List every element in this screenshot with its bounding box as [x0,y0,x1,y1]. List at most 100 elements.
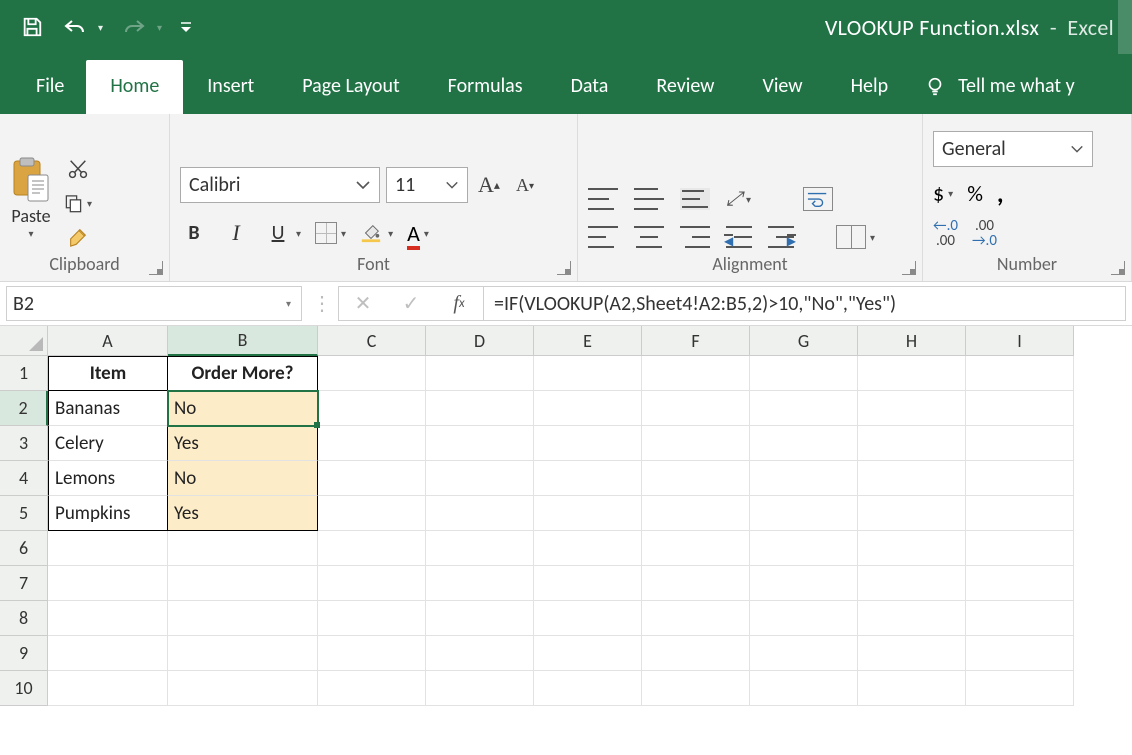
column-header-C[interactable]: C [318,326,426,356]
row-header-6[interactable]: 6 [0,531,48,566]
cell-H9[interactable] [858,636,966,671]
cell-E6[interactable] [534,531,642,566]
cell-D9[interactable] [426,636,534,671]
cell-D7[interactable] [426,566,534,601]
select-all-corner[interactable] [0,326,48,356]
copy-icon[interactable]: ▾ [64,191,92,215]
cell-F8[interactable] [642,601,750,636]
borders-button[interactable]: ▾ [315,222,346,244]
tab-formulas[interactable]: Formulas [424,60,547,114]
column-header-H[interactable]: H [858,326,966,356]
cell-C2[interactable] [318,391,426,426]
cell-G7[interactable] [750,566,858,601]
cell-F7[interactable] [642,566,750,601]
column-header-G[interactable]: G [750,326,858,356]
font-launcher-icon[interactable] [557,261,571,275]
row-header-4[interactable]: 4 [0,461,48,496]
percent-button[interactable]: % [967,180,983,207]
cell-A7[interactable] [48,566,168,601]
cell-H1[interactable] [858,356,966,391]
clipboard-launcher-icon[interactable] [149,261,163,275]
enter-formula-icon[interactable]: ✓ [387,291,435,316]
name-box[interactable]: B2 ▾ [6,286,302,321]
cell-D8[interactable] [426,601,534,636]
cell-C10[interactable] [318,671,426,706]
italic-button[interactable]: I [222,217,250,249]
cell-H8[interactable] [858,601,966,636]
cell-E1[interactable] [534,356,642,391]
cell-B5[interactable]: Yes [168,496,318,531]
align-top-icon[interactable] [588,188,618,210]
cell-E9[interactable] [534,636,642,671]
redo-icon[interactable] [121,17,147,37]
formula-input[interactable]: =IF(VLOOKUP(A2,Sheet4!A2:B5,2)>10,"No","… [484,286,1126,321]
cell-I8[interactable] [966,601,1074,636]
tab-file[interactable]: File [22,60,86,114]
cell-B9[interactable] [168,636,318,671]
column-header-F[interactable]: F [642,326,750,356]
tab-page-layout[interactable]: Page Layout [278,60,423,114]
tell-me[interactable]: Tell me what y [912,60,1075,114]
cell-H2[interactable] [858,391,966,426]
cell-D4[interactable] [426,461,534,496]
cell-I1[interactable] [966,356,1074,391]
redo-more-icon[interactable]: ▾ [157,21,162,34]
worksheet-grid[interactable]: ABCDEFGHI 12345678910 ItemOrder More?Ban… [0,326,1132,755]
cell-C5[interactable] [318,496,426,531]
tab-insert[interactable]: Insert [183,60,278,114]
bold-button[interactable]: B [180,217,208,249]
cell-B1[interactable]: Order More? [168,356,318,391]
cell-E10[interactable] [534,671,642,706]
cell-A8[interactable] [48,601,168,636]
cell-B4[interactable]: No [168,461,318,496]
row-header-1[interactable]: 1 [0,356,48,391]
cell-G9[interactable] [750,636,858,671]
cell-E8[interactable] [534,601,642,636]
increase-decimal-icon[interactable]: ←.0.00 [933,219,958,249]
cell-G3[interactable] [750,426,858,461]
cell-I7[interactable] [966,566,1074,601]
cell-G8[interactable] [750,601,858,636]
cell-A3[interactable]: Celery [48,426,168,461]
tab-review[interactable]: Review [632,60,738,114]
cell-G2[interactable] [750,391,858,426]
save-icon[interactable] [20,15,44,39]
cell-C9[interactable] [318,636,426,671]
row-header-2[interactable]: 2 [0,391,48,426]
cell-G6[interactable] [750,531,858,566]
cell-C6[interactable] [318,531,426,566]
wrap-text-icon[interactable] [803,187,833,211]
cell-D5[interactable] [426,496,534,531]
fill-color-button[interactable]: ▾ [360,222,393,244]
column-header-I[interactable]: I [966,326,1074,356]
cell-G4[interactable] [750,461,858,496]
cell-G5[interactable] [750,496,858,531]
cell-I3[interactable] [966,426,1074,461]
cell-A1[interactable]: Item [48,356,168,391]
tab-data[interactable]: Data [547,60,633,114]
undo-more-icon[interactable]: ▾ [98,21,103,34]
align-bottom-icon[interactable] [680,188,710,210]
tab-home[interactable]: Home [86,60,183,114]
cell-F2[interactable] [642,391,750,426]
currency-button[interactable]: $▾ [933,180,953,207]
cancel-formula-icon[interactable]: ✕ [339,291,387,316]
cell-D2[interactable] [426,391,534,426]
decrease-font-icon[interactable]: A▾ [510,168,540,202]
font-size-combo[interactable]: 11 [386,167,468,203]
cell-C4[interactable] [318,461,426,496]
cell-C7[interactable] [318,566,426,601]
cell-I4[interactable] [966,461,1074,496]
number-launcher-icon[interactable] [1111,261,1125,275]
format-painter-icon[interactable] [64,225,92,249]
cell-F4[interactable] [642,461,750,496]
cell-G10[interactable] [750,671,858,706]
align-middle-icon[interactable] [634,188,664,210]
cell-H7[interactable] [858,566,966,601]
column-header-B[interactable]: B [168,326,318,356]
merge-button[interactable]: ▾ [836,225,875,249]
cell-E7[interactable] [534,566,642,601]
font-color-button[interactable]: A ▾ [407,220,429,247]
tab-help[interactable]: Help [827,60,913,114]
cell-D10[interactable] [426,671,534,706]
